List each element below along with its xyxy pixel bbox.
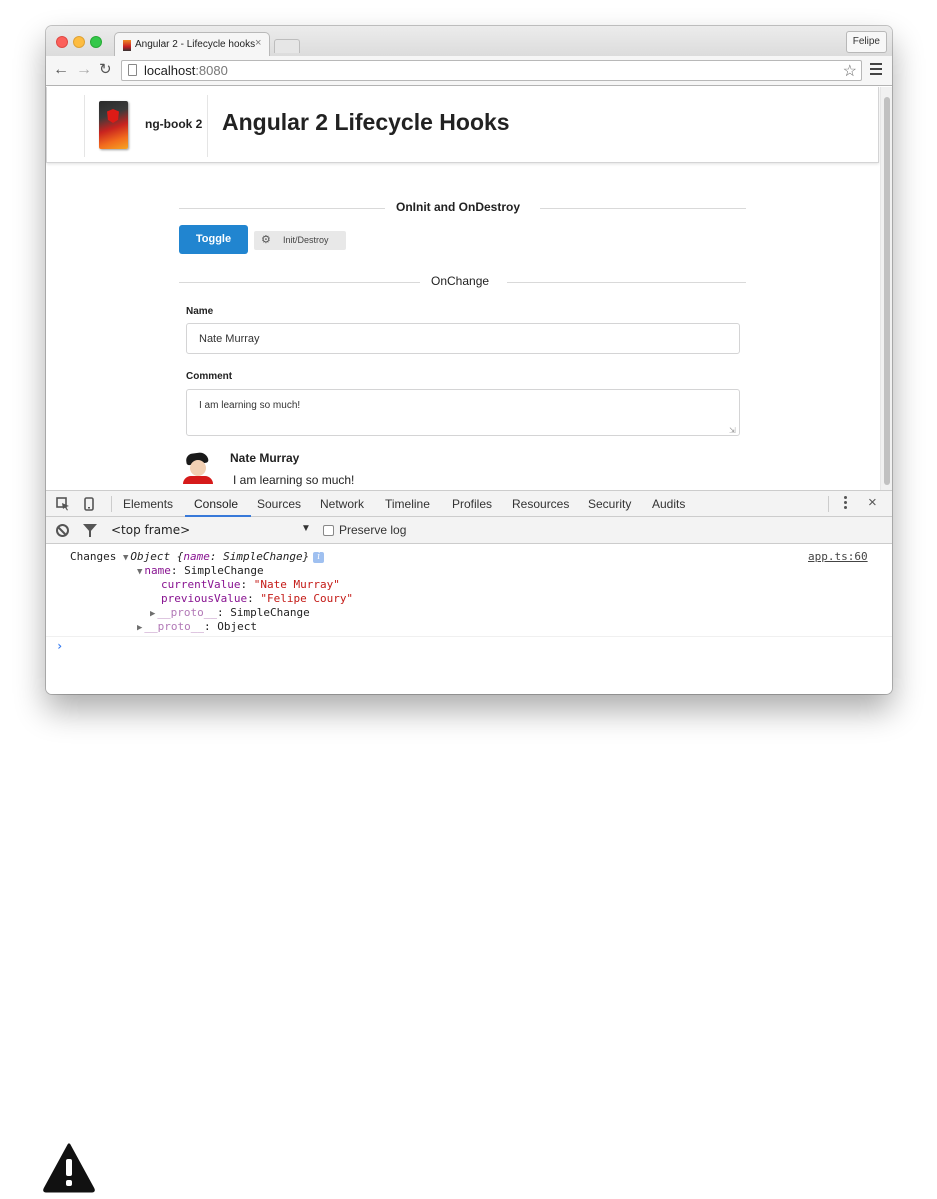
url-text[interactable]: localhost:8080 — [144, 63, 228, 78]
page-icon — [128, 64, 137, 76]
preserve-log-checkbox[interactable] — [323, 525, 334, 536]
warning-icon — [43, 1143, 95, 1193]
console-prompt-icon[interactable]: › — [56, 639, 63, 653]
devtools-tab-audits[interactable]: Audits — [652, 497, 685, 511]
ng-book-logo[interactable] — [99, 101, 128, 149]
comment-author: Nate Murray — [230, 451, 300, 465]
comment-textarea[interactable]: I am learning so much! — [186, 389, 740, 436]
devtools-tab-sources[interactable]: Sources — [257, 497, 301, 511]
star-icon[interactable]: ☆ — [843, 61, 857, 81]
maximize-window-button[interactable] — [90, 36, 102, 48]
browser-window: Angular 2 - Lifecycle hooks × Felipe ← →… — [46, 26, 892, 694]
devtools-tab-timeline[interactable]: Timeline — [385, 497, 430, 511]
more-options-icon[interactable] — [844, 496, 847, 511]
menu-icon[interactable] — [870, 63, 882, 78]
browser-tab[interactable]: Angular 2 - Lifecycle hooks × — [114, 32, 270, 57]
title-bar: Angular 2 - Lifecycle hooks × Felipe — [46, 26, 892, 57]
tab-close-icon[interactable]: × — [255, 37, 261, 49]
new-tab-button[interactable] — [274, 39, 300, 53]
clear-console-icon[interactable] — [56, 524, 69, 537]
console-proto-simplechange[interactable]: ▶ __proto__: SimpleChange — [150, 606, 310, 621]
devtools-tab-elements[interactable]: Elements — [123, 497, 173, 511]
tab-title: Angular 2 - Lifecycle hooks — [135, 39, 256, 50]
filter-icon[interactable] — [83, 524, 97, 537]
dropdown-arrow-icon[interactable]: ▼ — [301, 523, 311, 534]
section-title: OnInit and OnDestroy — [396, 200, 521, 214]
console-property-name[interactable]: ▼ name: SimpleChange — [137, 564, 264, 579]
preserve-log-label: Preserve log — [339, 523, 407, 537]
brand-name[interactable]: ng-book 2 — [145, 117, 202, 131]
console-proto-object[interactable]: ▶ __proto__: Object — [137, 620, 257, 635]
header-divider — [84, 95, 85, 157]
console-previous-value: previousValue: "Felipe Coury" — [161, 592, 354, 605]
comment-text: I am learning so much! — [233, 473, 355, 487]
console-filter-bar: <top frame> ▼ Preserve log — [46, 517, 892, 544]
console-object-summary[interactable]: ▼ Object {name: SimpleChange} i — [123, 550, 325, 565]
section-divider-onchange: OnChange — [179, 273, 746, 291]
page-title: Angular 2 Lifecycle Hooks — [222, 109, 510, 135]
page-viewport: ng-book 2 Angular 2 Lifecycle Hooks OnIn… — [46, 87, 892, 490]
frame-selector[interactable]: <top frame> — [111, 523, 190, 537]
name-input[interactable] — [186, 323, 740, 354]
console-log-label: Changes — [70, 550, 117, 563]
console-output: Changes ▼ Object {name: SimpleChange} i ap… — [46, 544, 892, 694]
gears-icon: ⚙ — [261, 234, 271, 246]
expanded-triangle-icon: ▼ — [137, 567, 143, 577]
device-mode-icon[interactable] — [84, 497, 94, 514]
devtools-tab-security[interactable]: Security — [588, 497, 631, 511]
forward-icon[interactable]: → — [76, 61, 92, 79]
minimize-window-button[interactable] — [73, 36, 85, 48]
info-icon: i — [313, 552, 325, 563]
scrollbar-thumb[interactable] — [884, 97, 890, 485]
collapsed-triangle-icon: ▶ — [137, 623, 143, 633]
section-divider-oninit: OnInit and OnDestroy — [179, 199, 746, 217]
name-label: Name — [186, 306, 214, 317]
collapsed-triangle-icon: ▶ — [150, 609, 156, 619]
init-destroy-label: ⚙ Init/Destroy — [254, 231, 346, 250]
console-divider — [46, 636, 892, 637]
reload-icon[interactable]: ↻ — [99, 61, 112, 79]
inspect-element-icon[interactable] — [56, 497, 70, 514]
site-header: ng-book 2 Angular 2 Lifecycle Hooks — [46, 87, 879, 163]
devtools-panel: Elements Console Sources Network Timelin… — [46, 490, 892, 694]
devtools-tab-console[interactable]: Console — [194, 497, 238, 511]
devtools-tab-network[interactable]: Network — [320, 497, 364, 511]
devtools-tabbar: Elements Console Sources Network Timelin… — [46, 491, 892, 517]
favicon-icon — [123, 40, 131, 51]
devtools-tab-resources[interactable]: Resources — [512, 497, 569, 511]
expanded-triangle-icon: ▼ — [123, 553, 129, 563]
console-current-value: currentValue: "Nate Murray" — [161, 578, 340, 591]
resize-handle-icon[interactable]: ⇲ — [729, 426, 736, 435]
close-window-button[interactable] — [56, 36, 68, 48]
toggle-button[interactable]: Toggle — [179, 225, 248, 254]
console-source-link[interactable]: app.ts:60 — [808, 550, 868, 564]
devtools-close-icon[interactable]: × — [868, 494, 877, 511]
profile-button[interactable]: Felipe — [845, 31, 887, 53]
address-bar[interactable]: localhost:8080 ☆ — [121, 60, 862, 81]
page-scrollbar[interactable] — [880, 87, 892, 490]
comment-label: Comment — [186, 371, 233, 382]
back-icon[interactable]: ← — [53, 61, 69, 79]
section-title: OnChange — [431, 274, 490, 288]
avatar — [181, 451, 215, 484]
header-divider — [207, 95, 208, 157]
browser-toolbar: ← → ↻ localhost:8080 ☆ — [46, 56, 892, 86]
devtools-tab-profiles[interactable]: Profiles — [452, 497, 492, 511]
